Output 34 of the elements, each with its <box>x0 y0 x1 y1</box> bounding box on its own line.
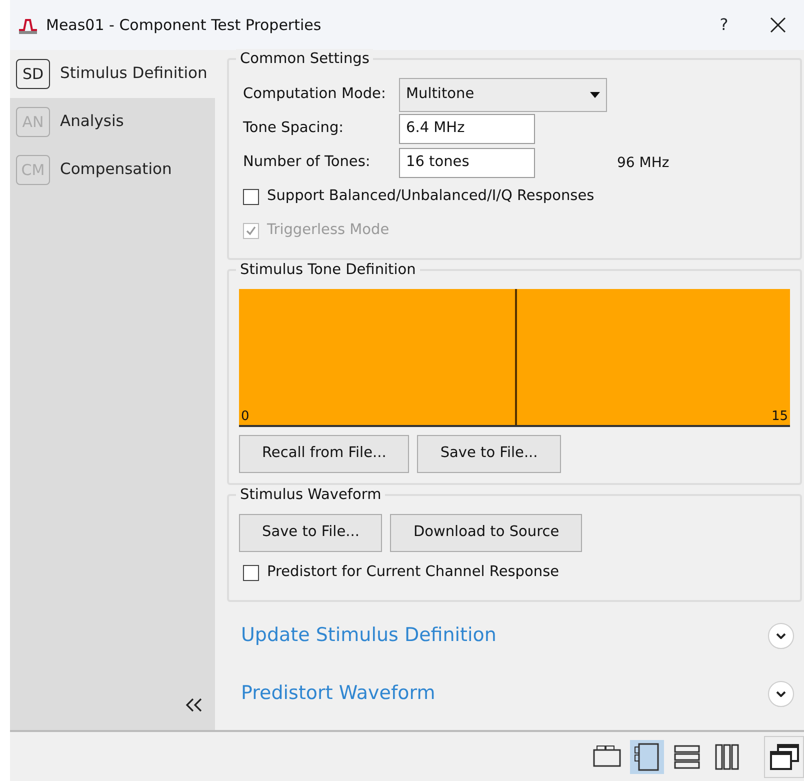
abbreviation-tile: SD <box>16 59 50 89</box>
side-panel-icon <box>632 742 662 772</box>
mode-dropdown[interactable]: Multitone <box>399 78 607 112</box>
checkbox-label: Support Balanced/Unbalanced/I/Q Responses <box>267 187 594 206</box>
field-label: Tone Spacing: <box>242 119 345 138</box>
double-chevron-left-icon <box>185 698 203 712</box>
expand-button[interactable] <box>768 680 794 706</box>
view-mode-button[interactable] <box>630 740 664 774</box>
field-label: Computation Mode: <box>242 85 387 104</box>
expand-button[interactable] <box>768 622 794 648</box>
close-icon <box>770 17 786 33</box>
file-button[interactable]: Save to File... <box>417 435 561 473</box>
window-mode-button[interactable] <box>764 736 804 778</box>
tones-count-field[interactable]: 16 tones <box>399 148 535 178</box>
overlapping-windows-icon <box>769 742 799 772</box>
field-label: Number of Tones: <box>242 153 372 172</box>
sidebar-item[interactable]: SD Stimulus Definition <box>10 50 215 98</box>
chevron-down-icon <box>776 690 786 696</box>
file-button[interactable]: Recall from File... <box>239 435 410 473</box>
tone-spacing-field[interactable]: 6.4 MHz <box>399 114 535 144</box>
axis-label: 15 <box>770 408 789 425</box>
axis-label: 0 <box>240 408 250 425</box>
help-button[interactable]: ? <box>704 13 744 37</box>
app-logo-icon <box>18 16 38 34</box>
action-button[interactable]: Save to File... <box>239 514 382 552</box>
window-title: Meas01 - Component Test Properties <box>46 14 322 36</box>
checkbox[interactable] <box>243 565 259 581</box>
action-button[interactable]: Download to Source <box>390 514 582 552</box>
chevron-down-icon <box>776 632 786 638</box>
bandwidth-readout: 96 MHz <box>617 154 670 172</box>
dropdown-arrow-icon <box>590 92 600 98</box>
checkbox[interactable] <box>243 189 259 205</box>
checkbox-label: Predistort for Current Channel Response <box>267 563 560 582</box>
checkbox-label: Triggerless Mode <box>267 221 390 240</box>
